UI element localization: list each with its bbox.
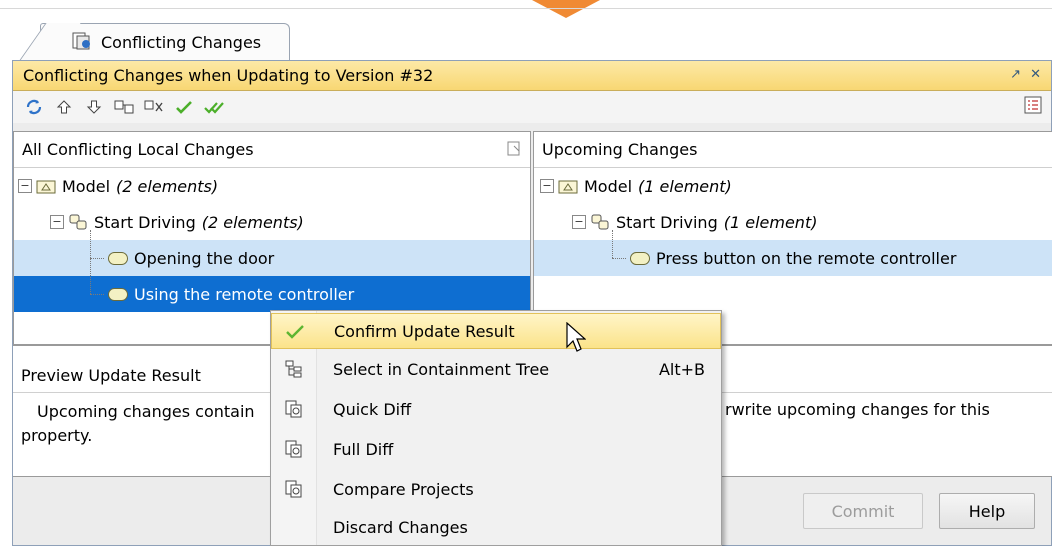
tree-row-label: Model <box>62 176 111 196</box>
mouse-pointer-icon <box>566 321 587 358</box>
tree-connector <box>612 230 613 258</box>
context-menu: Confirm Update Result Select in Containm… <box>270 310 722 546</box>
menu-item-label: Discard Changes <box>333 517 468 537</box>
diff-icon <box>283 479 305 499</box>
tree-row-count: (1 element) <box>723 212 818 232</box>
tree-connector <box>612 258 626 259</box>
conflicting-changes-icon <box>71 31 93 55</box>
menu-item-confirm-update-result[interactable]: Confirm Update Result <box>271 313 721 349</box>
help-button[interactable]: Help <box>939 493 1035 529</box>
double-check-icon[interactable] <box>199 94 229 120</box>
preview-title: Preview Update Result <box>21 366 201 385</box>
maximize-icon[interactable]: ↗ <box>1010 67 1021 82</box>
tree-row-start-driving[interactable]: − Start Driving (2 elements) <box>14 204 530 240</box>
activity-icon <box>590 213 610 231</box>
menu-item-select-in-containment-tree[interactable]: Select in Containment Tree Alt+B <box>271 351 721 387</box>
tree-connector <box>90 230 91 294</box>
menu-item-compare-projects[interactable]: Compare Projects <box>271 471 721 507</box>
tree-row-count: (2 elements) <box>201 212 304 232</box>
tree-row-label: Start Driving <box>616 212 718 232</box>
check-icon[interactable] <box>169 94 199 120</box>
tree-row-label: Opening the door <box>134 248 275 268</box>
menu-item-label: Quick Diff <box>333 399 412 419</box>
preview-text-right: rwrite upcoming changes for this <box>725 400 990 419</box>
action-icon <box>108 287 128 301</box>
model-package-icon <box>558 178 578 194</box>
collapse-icon[interactable]: − <box>540 179 554 193</box>
tree-connector <box>90 294 104 295</box>
action-icon <box>108 251 128 265</box>
tab-conflicting-changes[interactable]: Conflicting Changes <box>40 23 290 61</box>
collapse-icon[interactable]: − <box>18 179 32 193</box>
tab-label: Conflicting Changes <box>101 33 262 52</box>
tree-row-label: Model <box>584 176 633 196</box>
diff-icon <box>283 399 305 419</box>
containment-tree-icon <box>283 359 305 379</box>
local-changes-title: All Conflicting Local Changes <box>22 140 254 159</box>
accept-diagram-icon[interactable] <box>109 94 139 120</box>
window-title: Conflicting Changes when Updating to Ver… <box>23 66 434 85</box>
menu-item-label: Compare Projects <box>333 479 474 499</box>
tab-strip: Conflicting Changes <box>0 14 1052 61</box>
upcoming-changes-title: Upcoming Changes <box>542 140 698 159</box>
collapse-icon[interactable]: − <box>50 215 64 229</box>
menu-item-label: Select in Containment Tree <box>333 359 550 379</box>
menu-item-label: Full Diff <box>333 439 394 459</box>
commit-button[interactable]: Commit <box>803 493 923 529</box>
menu-item-quick-diff[interactable]: Quick Diff <box>271 391 721 427</box>
tree-row-model[interactable]: − Model (1 element) <box>534 168 1052 204</box>
close-icon[interactable]: ✕ <box>1030 67 1041 82</box>
tree-row-label: Press button on the remote controller <box>656 248 957 268</box>
top-divider <box>0 8 1052 9</box>
tree-connector <box>90 258 104 259</box>
collapse-icon[interactable]: − <box>572 215 586 229</box>
filter-icon[interactable] <box>506 140 522 162</box>
reject-diagram-icon[interactable] <box>139 94 169 120</box>
tree-row-label: Start Driving <box>94 212 196 232</box>
upcoming-changes-header: Upcoming Changes <box>534 132 1052 168</box>
action-icon <box>630 251 650 265</box>
toolbar <box>13 91 1051 123</box>
model-package-icon <box>36 178 56 194</box>
menu-item-label: Confirm Update Result <box>334 321 515 341</box>
down-arrow-icon[interactable] <box>79 94 109 120</box>
activity-icon <box>68 213 88 231</box>
menu-item-full-diff[interactable]: Full Diff <box>271 431 721 467</box>
up-arrow-icon[interactable] <box>49 94 79 120</box>
tree-row-model[interactable]: − Model (2 elements) <box>14 168 530 204</box>
check-icon <box>284 322 306 342</box>
list-settings-icon[interactable] <box>1023 95 1043 119</box>
menu-item-discard-changes[interactable]: Discard Changes <box>271 509 721 545</box>
window-title-bar: Conflicting Changes when Updating to Ver… <box>13 61 1051 91</box>
tree-row-count: (2 elements) <box>116 176 219 196</box>
diff-icon <box>283 439 305 459</box>
refresh-icon[interactable] <box>19 94 49 120</box>
tree-row-label: Using the remote controller <box>134 284 355 304</box>
tree-row-count: (1 element) <box>638 176 732 196</box>
menu-item-shortcut: Alt+B <box>658 359 705 379</box>
local-changes-header: All Conflicting Local Changes <box>14 132 530 168</box>
